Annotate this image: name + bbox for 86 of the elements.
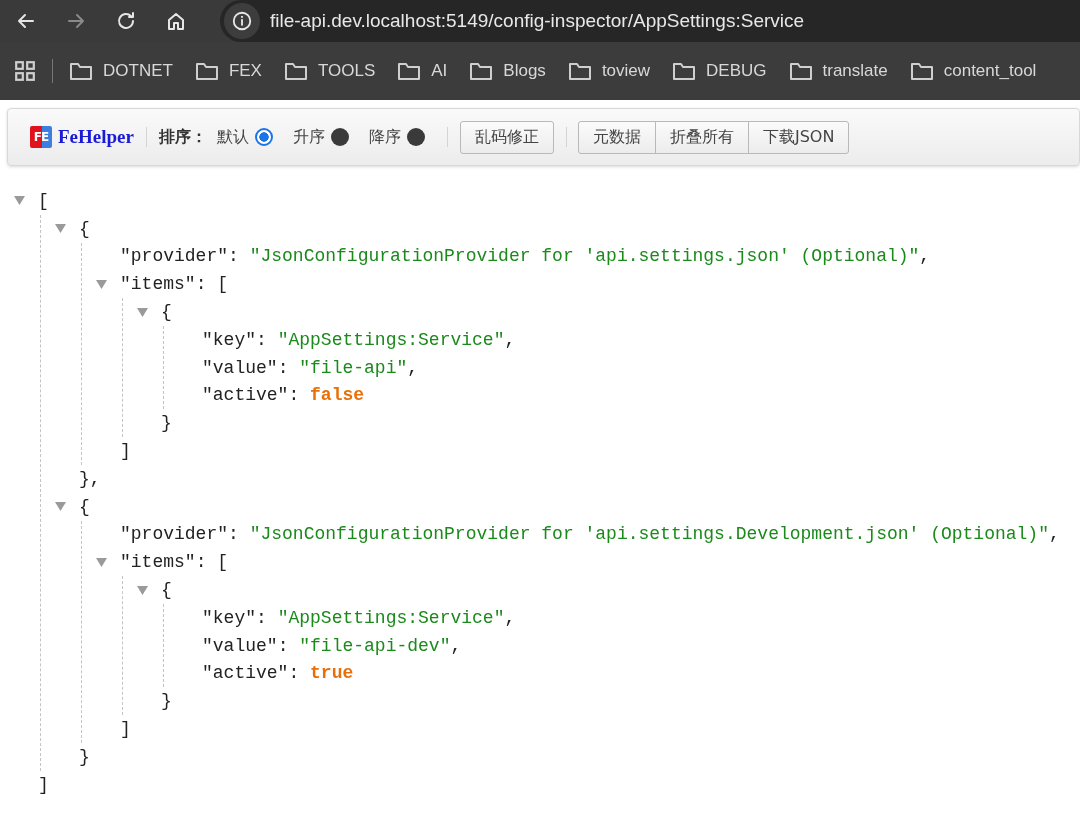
sort-radio-option[interactable]: 升序 (292, 126, 349, 148)
json-value: false (310, 385, 365, 406)
collapse-toggle-icon[interactable] (55, 223, 66, 235)
bookmark-folder[interactable]: FEX (194, 61, 262, 81)
bookmark-folder[interactable]: AI (397, 61, 448, 81)
bookmark-folder[interactable]: Blogs (469, 61, 546, 81)
colon: : (195, 274, 208, 295)
close-bracket: ] (38, 774, 49, 795)
colon: : (277, 357, 290, 378)
comma: , (450, 635, 462, 656)
close-bracket: } (161, 413, 172, 434)
open-bracket: { (161, 302, 172, 323)
close-bracket: ] (120, 441, 131, 462)
close-bracket: } (79, 746, 90, 767)
bookmark-folder[interactable]: TOOLS (283, 61, 376, 81)
open-bracket: [ (38, 190, 49, 211)
collapse-toggle-icon[interactable] (137, 306, 148, 318)
json-value: true (310, 663, 354, 684)
json-key: "provider" (120, 524, 229, 545)
fehelper-logo: FE (30, 126, 52, 148)
folder-icon (194, 61, 219, 81)
toolbar-button[interactable]: 元数据 (577, 120, 656, 154)
json-key: "provider" (120, 246, 229, 267)
folder-icon (672, 61, 697, 81)
colon: : (228, 246, 240, 267)
folder-icon (283, 61, 308, 81)
colon: : (256, 607, 268, 628)
folder-icon (909, 61, 934, 81)
colon: : (288, 663, 301, 684)
comma: , (919, 246, 931, 267)
folder-icon (397, 61, 422, 81)
fix-encoding-button[interactable]: 乱码修正 (459, 120, 554, 154)
comma: , (407, 357, 419, 378)
json-value: "AppSettings:Service" (277, 329, 505, 350)
json-value: "file-api-dev" (299, 635, 451, 656)
json-value: "JsonConfigurationProvider for 'api.settings.Development.json' (Optional)" (249, 524, 1049, 545)
bookmark-folder[interactable]: translate (788, 61, 888, 81)
comma: , (504, 329, 516, 350)
open-bracket: [ (217, 552, 229, 573)
json-key: "active" (202, 663, 289, 684)
close-bracket: ] (120, 719, 131, 740)
colon: : (228, 524, 240, 545)
comma: , (1049, 524, 1060, 545)
folder-icon (567, 61, 592, 81)
bookmark-folder[interactable]: toview (567, 61, 651, 81)
bookmark-folder[interactable]: DOTNET (69, 61, 173, 81)
brand-name: FeHelper (58, 126, 134, 148)
close-bracket: } (161, 691, 172, 712)
apps-grid-icon[interactable] (14, 60, 36, 82)
sort-label: 排序： (158, 126, 207, 148)
json-key: "key" (202, 607, 256, 628)
collapse-toggle-icon[interactable] (55, 501, 66, 513)
bookmark-folder[interactable]: content_tool (909, 61, 1037, 81)
json-key: "key" (202, 329, 256, 350)
colon: : (195, 552, 208, 573)
colon: : (277, 635, 290, 656)
collapse-toggle-icon[interactable] (137, 584, 148, 596)
colon: : (256, 329, 268, 350)
collapse-toggle-icon[interactable] (96, 556, 107, 568)
json-key: "items" (120, 552, 196, 573)
sort-radio-option[interactable]: 默认 (216, 126, 273, 148)
folder-icon (469, 61, 494, 81)
json-value: "file-api" (299, 357, 408, 378)
folder-icon (69, 61, 93, 81)
comma: , (504, 607, 516, 628)
colon: : (288, 385, 301, 406)
json-key: "value" (202, 357, 278, 378)
open-bracket: { (79, 218, 90, 239)
json-key: "active" (202, 385, 289, 406)
json-value: "AppSettings:Service" (277, 607, 505, 628)
bookmark-folder[interactable]: DEBUG (672, 61, 767, 81)
folder-icon (788, 61, 813, 81)
close-bracket: }, (79, 468, 101, 489)
collapse-toggle-icon[interactable] (14, 195, 25, 207)
json-key: "items" (120, 274, 196, 295)
open-bracket: [ (217, 274, 229, 295)
toolbar-button[interactable]: 下载JSON (747, 120, 850, 154)
open-bracket: { (161, 580, 172, 601)
open-bracket: { (79, 496, 90, 517)
sort-radio-option[interactable]: 降序 (368, 126, 425, 148)
json-value: "JsonConfigurationProvider for 'api.settings.json' (Optional)" (249, 246, 920, 267)
address-bar[interactable]: file-api.dev.localhost:5149/config-inspector/AppSettings:Service (220, 0, 1080, 42)
json-key: "value" (202, 635, 278, 656)
toolbar-button[interactable]: 折叠所有 (654, 120, 749, 154)
info-icon[interactable] (231, 10, 253, 32)
collapse-toggle-icon[interactable] (96, 278, 107, 290)
